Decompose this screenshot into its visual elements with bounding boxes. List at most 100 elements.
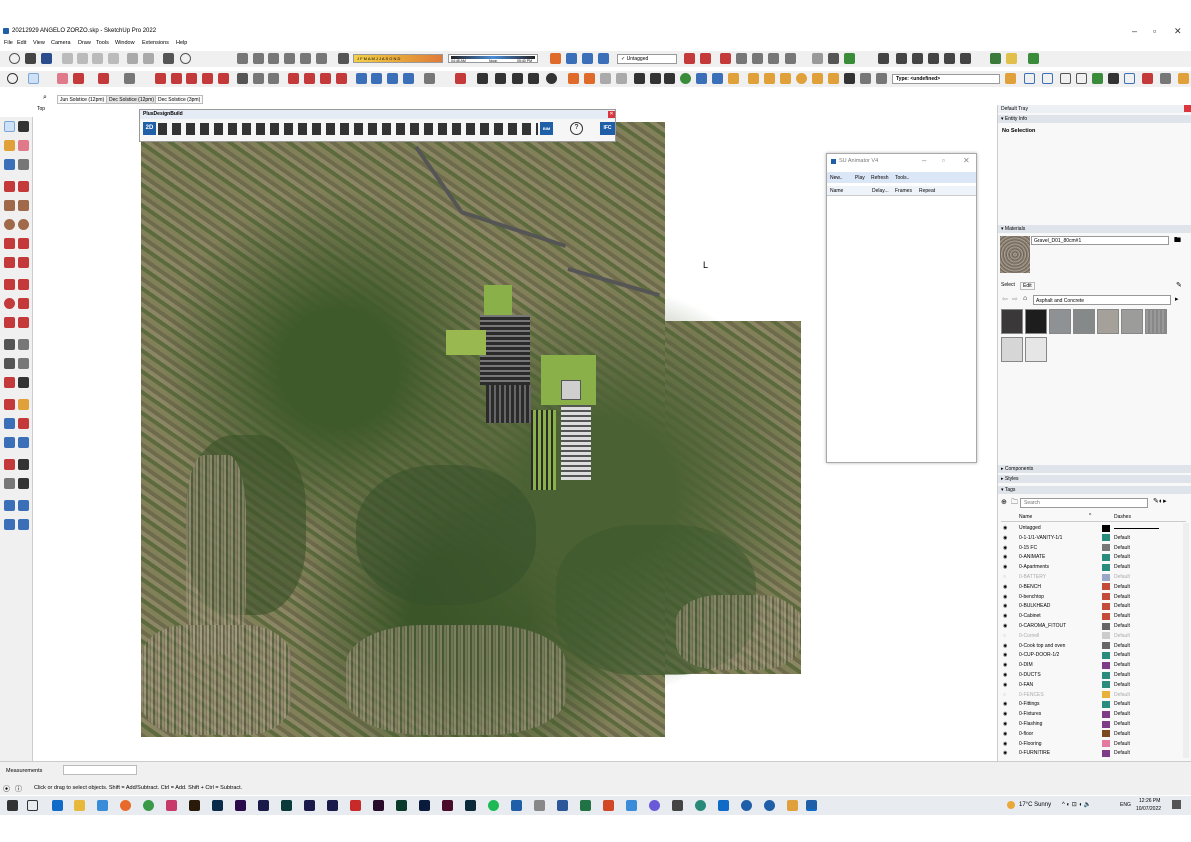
two-point-arc-icon[interactable]	[18, 238, 29, 249]
file-explorer-icon[interactable]	[74, 800, 85, 811]
zoom-extents-icon[interactable]	[495, 73, 506, 84]
tags-header[interactable]: ▾ Tags	[998, 486, 1191, 494]
eye-icon[interactable]: ◉	[1003, 682, 1009, 688]
task-view-icon[interactable]	[27, 800, 38, 811]
illustrator-icon[interactable]	[189, 800, 200, 811]
tag-dashes[interactable]: Default	[1114, 574, 1130, 580]
library-select[interactable]: Asphalt and Concrete	[1033, 295, 1171, 305]
clock-date[interactable]: 10/07/2022	[1136, 806, 1161, 812]
plugin-p-icon[interactable]	[812, 73, 823, 84]
top-view-icon[interactable]	[253, 53, 264, 64]
col-frames[interactable]: Frames	[895, 188, 912, 194]
components-header[interactable]: ▸ Components	[998, 465, 1191, 473]
3dtext-tool-icon[interactable]	[18, 377, 29, 388]
powerpoint-icon[interactable]	[603, 800, 614, 811]
forward-icon[interactable]: ⇨	[1012, 295, 1018, 303]
eye-icon[interactable]: ◉	[1003, 535, 1009, 541]
pencil-icon[interactable]	[4, 181, 15, 192]
eye-icon[interactable]: ◉	[1003, 554, 1009, 560]
scale-icon[interactable]	[4, 317, 15, 328]
plugin-aa-icon[interactable]	[1108, 73, 1119, 84]
explode-icon[interactable]	[928, 53, 939, 64]
prev-tool-icon[interactable]	[18, 437, 29, 448]
tag-color-swatch[interactable]	[1102, 730, 1110, 738]
push-pull-icon[interactable]	[155, 73, 166, 84]
aftereffects-icon[interactable]	[258, 800, 269, 811]
eye-icon[interactable]: ◉	[1003, 584, 1009, 590]
tag-dashes[interactable]: Default	[1114, 692, 1130, 698]
spotify-icon[interactable]	[488, 800, 499, 811]
eye-icon[interactable]: ◉	[1003, 711, 1009, 717]
section-cut-icon[interactable]	[566, 53, 577, 64]
freehand-icon[interactable]	[18, 181, 29, 192]
materials-header[interactable]: ▾ Materials	[998, 225, 1191, 233]
polygon-icon[interactable]	[18, 219, 29, 230]
menu-camera[interactable]: Camera	[51, 40, 71, 46]
plugin-v-icon[interactable]	[1024, 73, 1035, 84]
pan-tool-icon[interactable]	[18, 399, 29, 410]
textured-icon[interactable]	[768, 53, 779, 64]
orbit-icon[interactable]	[356, 73, 367, 84]
tag-dashes[interactable]: Default	[1114, 701, 1130, 707]
eye-icon[interactable]: ◉	[1003, 672, 1009, 678]
material-name-field[interactable]: Gravel_D01_80cm#1	[1031, 236, 1169, 245]
sketchup-active-icon[interactable]	[806, 800, 817, 811]
tag-color-swatch[interactable]	[1102, 691, 1110, 699]
unlock-group-icon[interactable]	[960, 53, 971, 64]
tag-row[interactable]: ◉ 0-Cook top and oven Default	[1001, 642, 1186, 652]
look-around-icon[interactable]	[477, 73, 488, 84]
tag-row[interactable]: ◉ 0-CUP-DOOR-1/2 Default	[1001, 651, 1186, 661]
swatch-5[interactable]	[1097, 309, 1119, 334]
acrobat-icon[interactable]	[350, 800, 361, 811]
iso-view-icon[interactable]	[237, 53, 248, 64]
shadow-time-slider[interactable]: 04:45 AM Noon 05:40 PM	[448, 54, 538, 63]
scene-tab-3[interactable]: Dec Solstice (3pm)	[155, 95, 204, 104]
tag-color-swatch[interactable]	[1102, 583, 1110, 591]
weather-text[interactable]: 17°C Sunny	[1019, 802, 1051, 808]
circle-icon[interactable]	[4, 219, 15, 230]
plugin-o-icon[interactable]	[796, 73, 807, 84]
tag-row[interactable]: ◉ 0-Flooring Default	[1001, 740, 1186, 750]
cut-icon[interactable]	[62, 53, 73, 64]
plugin-ad-icon[interactable]	[1160, 73, 1171, 84]
tag-select[interactable]: ✓ Untagged	[617, 54, 677, 64]
app-b-icon[interactable]	[534, 800, 545, 811]
tray-icons[interactable]: ^ ◐ ⊡ ◖ 🔈	[1062, 801, 1091, 808]
details-arrow-icon[interactable]: ▸	[1175, 295, 1179, 303]
tag-row[interactable]: ○ 0-BATTERY Default	[1001, 573, 1186, 583]
swatch-4[interactable]	[1073, 309, 1095, 334]
tag-dashes[interactable]: Default	[1114, 652, 1130, 658]
eye-icon[interactable]: ◉	[1003, 721, 1009, 727]
plugin-a-icon[interactable]	[568, 73, 579, 84]
app-f-icon[interactable]	[787, 800, 798, 811]
rectangle-icon[interactable]	[4, 200, 15, 211]
protractor-icon[interactable]	[268, 73, 279, 84]
plugin-ac-icon[interactable]	[1142, 73, 1153, 84]
extension-manager-icon[interactable]	[828, 53, 839, 64]
tag-color-swatch[interactable]	[1102, 749, 1110, 757]
plugin-h-icon[interactable]	[680, 73, 691, 84]
tab-edit[interactable]: Edit	[1020, 282, 1035, 290]
plugin-b-icon[interactable]	[584, 73, 595, 84]
shaded-icon[interactable]	[752, 53, 763, 64]
plugin-g-icon[interactable]	[664, 73, 675, 84]
animator-play-menu[interactable]: Play	[855, 175, 865, 181]
eye-icon[interactable]: ◉	[1003, 741, 1009, 747]
media-encoder-icon[interactable]	[304, 800, 315, 811]
plugin-help-icon[interactable]: ?	[570, 122, 583, 135]
zoom-icon[interactable]	[387, 73, 398, 84]
premiere-icon[interactable]	[235, 800, 246, 811]
scene-tab-2[interactable]: Dec Solstice (12pm)	[106, 95, 158, 104]
sandbox-c-icon[interactable]	[4, 519, 15, 530]
rotate-icon[interactable]	[4, 298, 15, 309]
plugin-n-icon[interactable]	[780, 73, 791, 84]
tag-row[interactable]: ◉ 0-1-1/1-VANITY-1/1 Default	[1001, 534, 1186, 544]
menu-file[interactable]: File	[4, 40, 13, 46]
close-button[interactable]: ✕	[1174, 26, 1182, 37]
animator-max-button[interactable]: ▫	[942, 156, 945, 165]
dreamweaver-icon[interactable]	[373, 800, 384, 811]
dimension-app-icon[interactable]	[396, 800, 407, 811]
move-tool-icon[interactable]	[202, 73, 213, 84]
paste-icon[interactable]	[92, 53, 103, 64]
save-icon[interactable]	[41, 53, 52, 64]
